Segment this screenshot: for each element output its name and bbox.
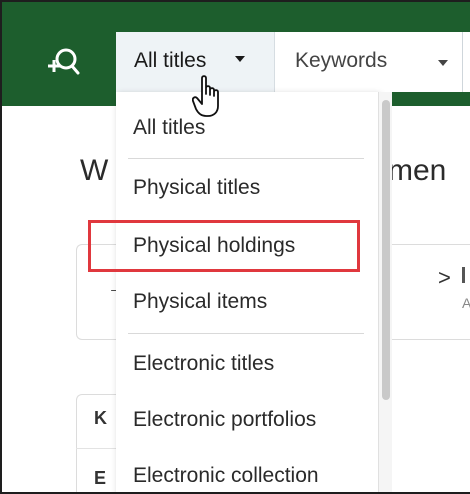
card-right-title-fragment bbox=[462, 267, 465, 283]
app-window: All titles Keywords W men → > A K E All … bbox=[0, 0, 470, 494]
menu-item-label: Electronic titles bbox=[133, 352, 275, 375]
menu-item-electronic-portfolios[interactable]: Electronic portfolios bbox=[116, 392, 378, 448]
menu-item-label: Physical titles bbox=[133, 176, 261, 199]
menu-item-physical-titles[interactable]: Physical titles bbox=[116, 160, 378, 216]
menu-item-label: Electronic collection bbox=[133, 464, 319, 487]
card-right-subtext: A bbox=[462, 295, 470, 311]
search-scope-menu: All titles Physical titles Physical hold… bbox=[116, 92, 378, 492]
page-title-left: W bbox=[80, 154, 109, 187]
menu-item-label: Electronic portfolios bbox=[133, 408, 317, 431]
caret-down-icon bbox=[235, 56, 245, 62]
menu-item-electronic-collection[interactable]: Electronic collection bbox=[116, 448, 378, 492]
menu-item-physical-items[interactable]: Physical items bbox=[116, 274, 378, 330]
menu-item-all-titles[interactable]: All titles bbox=[116, 100, 378, 156]
caret-down-icon bbox=[438, 60, 448, 66]
search-field-label: Keywords bbox=[295, 49, 388, 72]
menu-divider bbox=[128, 158, 364, 159]
menu-scrollbar-thumb[interactable] bbox=[382, 100, 390, 400]
search-input-edge[interactable] bbox=[462, 32, 470, 92]
lower-panel-row-2: E bbox=[94, 468, 107, 488]
lower-panel-row-1: K bbox=[94, 408, 107, 428]
menu-scrollbar[interactable] bbox=[378, 92, 392, 492]
hand-pointer-icon bbox=[191, 74, 226, 120]
menu-item-label: Physical items bbox=[133, 290, 268, 313]
page-title-right: men bbox=[388, 154, 447, 187]
menu-divider bbox=[128, 333, 364, 334]
menu-item-electronic-titles[interactable]: Electronic titles bbox=[116, 336, 378, 392]
search-scope-label: All titles bbox=[134, 49, 207, 72]
highlight-box bbox=[88, 220, 360, 272]
search-field-dropdown[interactable]: Keywords bbox=[274, 32, 464, 92]
chevron-right-icon: > bbox=[438, 265, 451, 290]
advanced-search-icon[interactable] bbox=[46, 46, 82, 82]
top-search-bar: All titles Keywords bbox=[2, 2, 470, 106]
